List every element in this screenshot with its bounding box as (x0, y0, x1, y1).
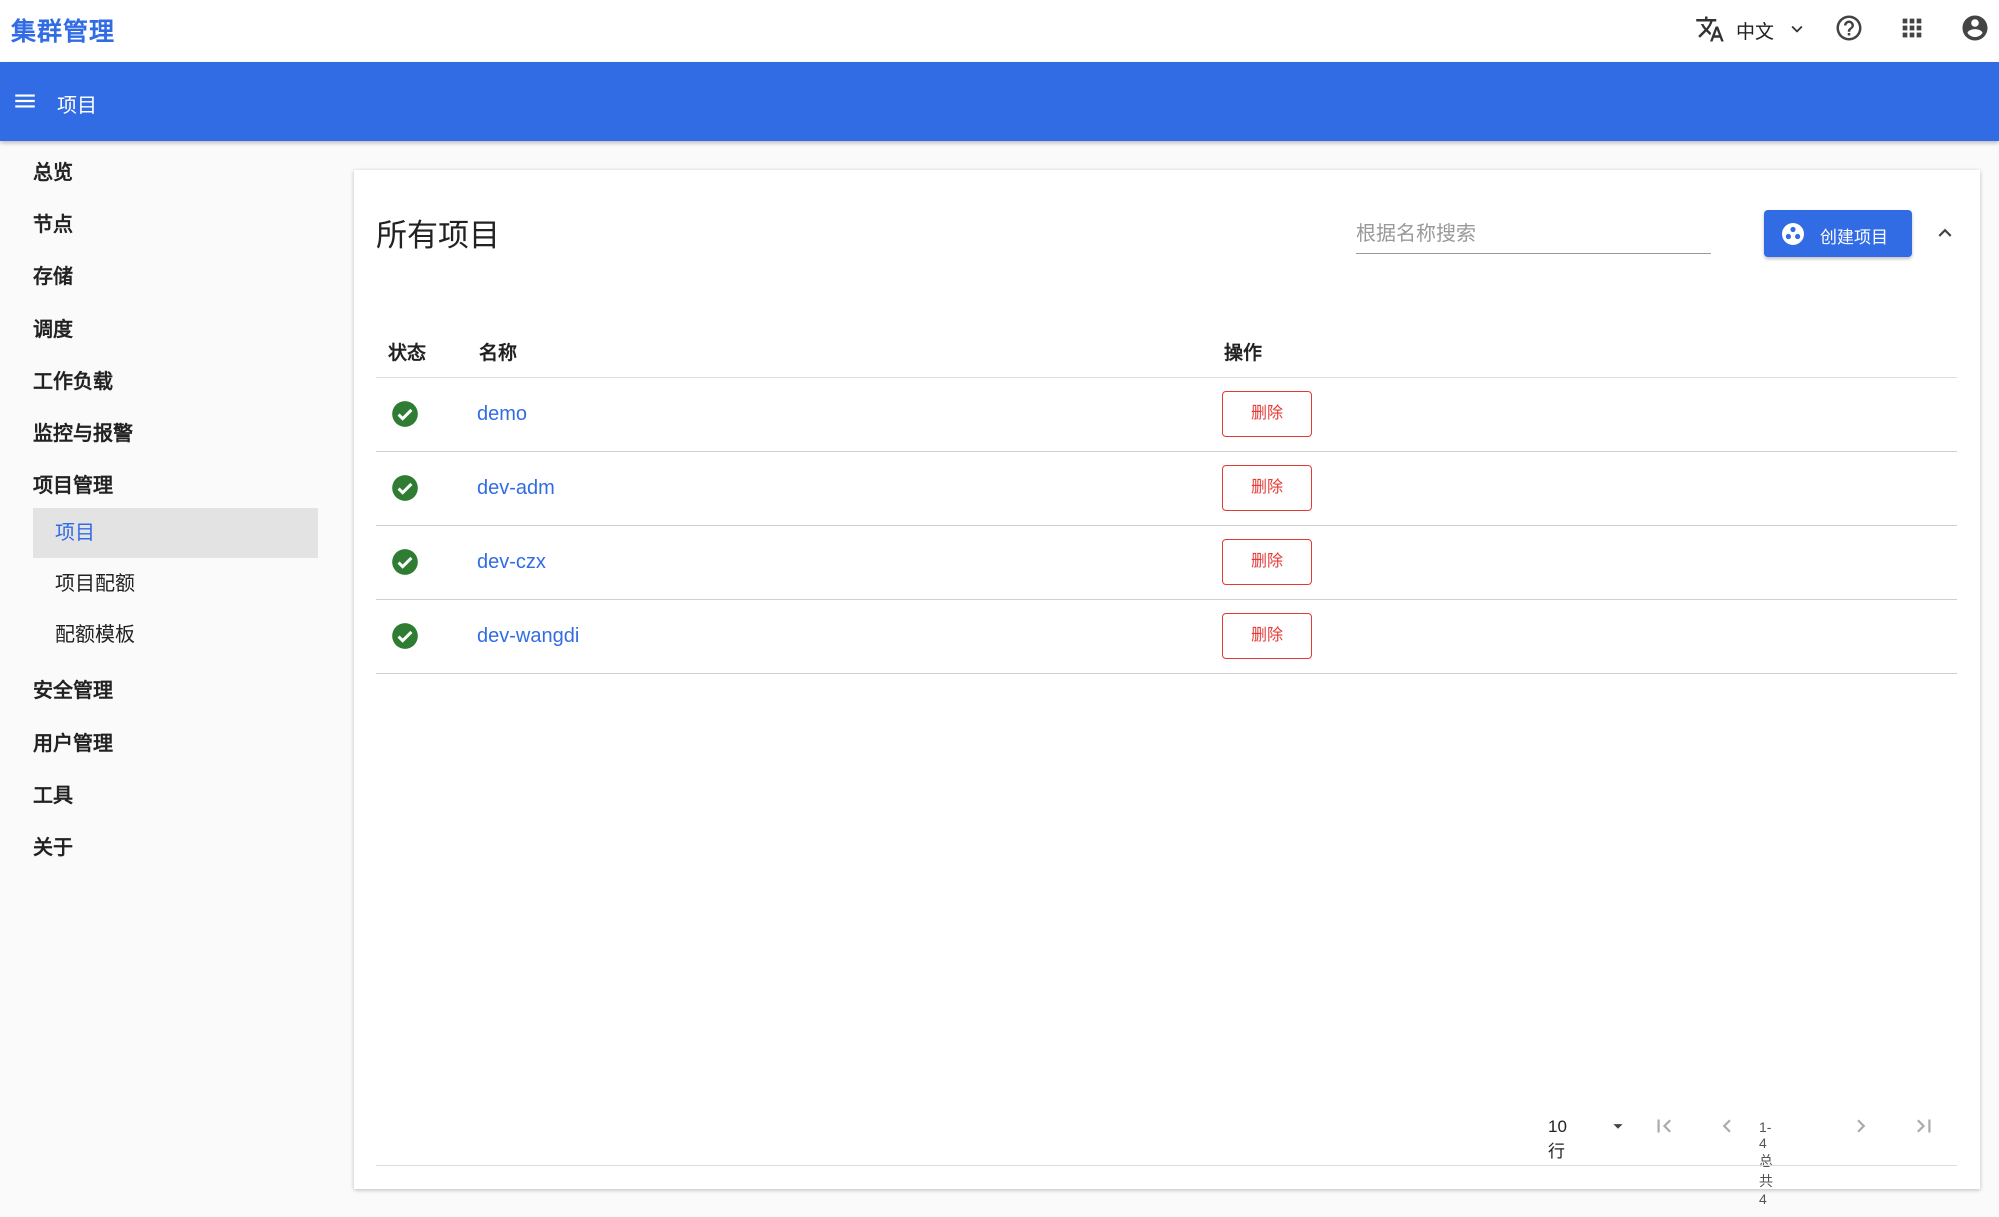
create-project-button[interactable]: 创建项目 (1764, 210, 1912, 257)
group-add-icon (1782, 223, 1804, 245)
column-header-actions: 操作 (1224, 343, 1263, 364)
table-row: dev-czx 删除 (376, 526, 1957, 600)
delete-button[interactable]: 删除 (1222, 391, 1312, 437)
language-label[interactable]: 中文 (1736, 17, 1774, 44)
sidebar-subitem-quota-templates[interactable]: 配额模板 (33, 610, 318, 660)
delete-button[interactable]: 删除 (1222, 613, 1312, 659)
projects-card: 所有项目 创建项目 状态 名称 操作 demo 删除 (354, 170, 1980, 1207)
menu-icon[interactable] (12, 88, 38, 114)
sidebar-item-scheduling[interactable]: 调度 (33, 313, 73, 342)
check-circle-icon (392, 549, 418, 575)
last-page-icon[interactable] (1911, 1113, 1937, 1139)
sidebar-item-users[interactable]: 用户管理 (33, 727, 113, 756)
sidebar-item-about[interactable]: 关于 (33, 831, 73, 860)
toolbar-title: 项目 (57, 95, 97, 117)
delete-button[interactable]: 删除 (1222, 465, 1312, 511)
sidebar-item-nodes[interactable]: 节点 (33, 208, 73, 237)
projects-table: 状态 名称 操作 demo 删除 dev-adm 删除 dev-czx 删除 d… (376, 324, 1957, 674)
table-header: 状态 名称 操作 (376, 324, 1957, 378)
sidebar-subitem-projects[interactable]: 项目 (33, 508, 318, 558)
previous-page-icon[interactable] (1714, 1113, 1740, 1139)
table-row: dev-wangdi 删除 (376, 600, 1957, 674)
project-name-link[interactable]: dev-czx (477, 551, 546, 574)
sidebar-item-monitoring[interactable]: 监控与报警 (33, 417, 133, 446)
sidebar-item-workloads[interactable]: 工作负载 (33, 365, 113, 394)
sidebar-item-storage[interactable]: 存储 (33, 260, 73, 289)
top-bar: 集群管理 中文 (0, 0, 1999, 62)
chevron-up-icon[interactable] (1932, 220, 1958, 246)
table-row: demo 删除 (376, 378, 1957, 452)
apps-grid-icon[interactable] (1898, 14, 1926, 42)
project-name-link[interactable]: demo (477, 403, 527, 426)
page-title: 所有项目 (376, 218, 500, 253)
search-field[interactable] (1356, 216, 1711, 254)
create-project-label: 创建项目 (1820, 228, 1888, 247)
dropdown-arrow-icon[interactable] (1607, 1115, 1629, 1137)
account-icon[interactable] (1960, 13, 1990, 43)
sidebar-item-security[interactable]: 安全管理 (33, 674, 113, 703)
check-circle-icon (392, 623, 418, 649)
rows-per-page-select[interactable]: 10 行 (1548, 1117, 1567, 1162)
project-name-link[interactable]: dev-adm (477, 477, 555, 500)
app-title[interactable]: 集群管理 (11, 12, 115, 48)
divider (376, 1165, 1957, 1166)
delete-button[interactable]: 删除 (1222, 539, 1312, 585)
sidebar-subitem-project-quotas[interactable]: 项目配额 (33, 559, 318, 609)
project-name-link[interactable]: dev-wangdi (477, 625, 579, 648)
check-circle-icon (392, 401, 418, 427)
page-toolbar: 项目 (0, 62, 1999, 141)
sidebar-item-overview[interactable]: 总览 (33, 156, 73, 185)
sidebar: 总览 节点 存储 调度 工作负载 监控与报警 项目管理 项目 项目配额 配额模板… (0, 141, 330, 1217)
chevron-down-icon[interactable] (1786, 18, 1808, 40)
first-page-icon[interactable] (1651, 1113, 1677, 1139)
column-header-name[interactable]: 名称 (479, 338, 517, 365)
table-row: dev-adm 删除 (376, 452, 1957, 526)
sidebar-item-tools[interactable]: 工具 (33, 779, 73, 808)
column-header-status[interactable]: 状态 (388, 338, 426, 365)
page-range-label: 1-4 总共 4 (1759, 1119, 1773, 1207)
help-icon[interactable] (1834, 13, 1864, 43)
sidebar-item-project-management[interactable]: 项目管理 (33, 469, 113, 498)
search-input[interactable] (1356, 216, 1711, 252)
next-page-icon[interactable] (1848, 1113, 1874, 1139)
check-circle-icon (392, 475, 418, 501)
translate-icon[interactable] (1695, 14, 1725, 44)
